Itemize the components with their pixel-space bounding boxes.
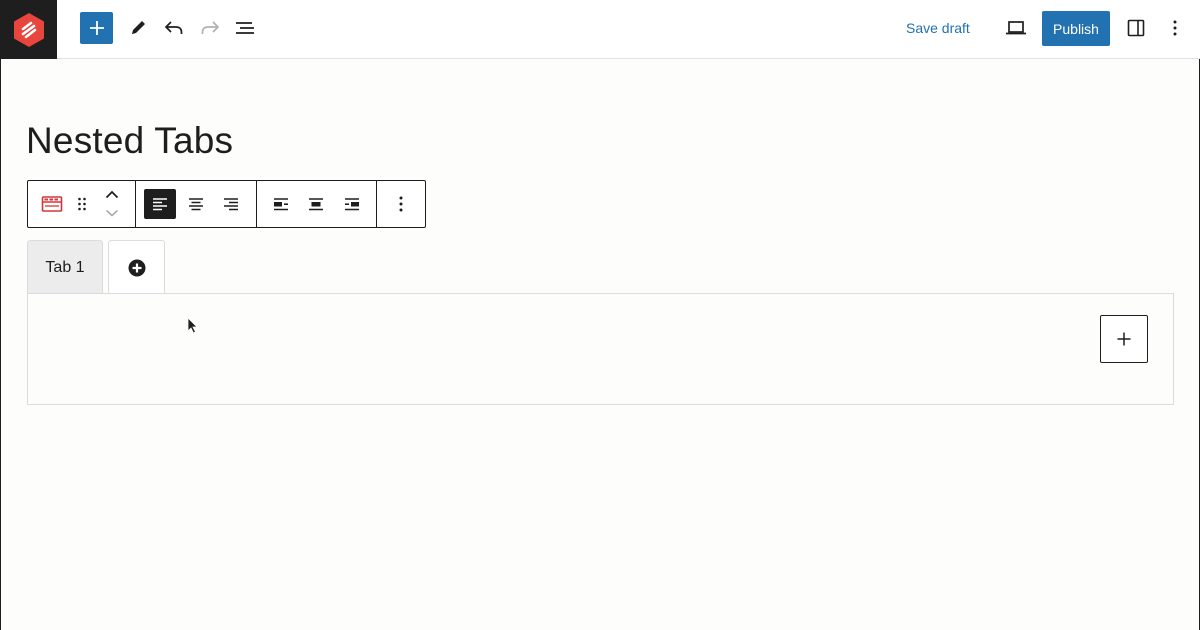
tab-panel	[27, 293, 1174, 405]
pencil-icon[interactable]	[126, 14, 150, 42]
mouse-cursor-icon	[187, 317, 198, 339]
undo-icon[interactable]	[162, 14, 186, 42]
tab-1[interactable]: Tab 1	[27, 240, 103, 294]
tab-label: Tab 1	[45, 258, 85, 276]
toolbar-separator	[376, 181, 377, 227]
post-title[interactable]: Nested Tabs	[26, 120, 233, 162]
justify-left-icon[interactable]	[265, 189, 297, 219]
align-left-icon[interactable]	[144, 189, 176, 219]
block-options-icon[interactable]	[385, 189, 417, 219]
justify-center-icon[interactable]	[300, 189, 332, 219]
plugin-logo-icon[interactable]	[0, 0, 57, 59]
justify-right-icon[interactable]	[336, 189, 368, 219]
tabs-block-icon[interactable]	[36, 189, 68, 219]
sidebar-toggle-icon[interactable]	[1124, 14, 1148, 42]
more-vertical-icon[interactable]	[1164, 14, 1186, 42]
add-tab-button[interactable]	[108, 240, 165, 294]
plus-icon	[1117, 332, 1131, 346]
align-right-icon[interactable]	[215, 189, 247, 219]
plus-circle-icon	[128, 259, 145, 276]
block-inserter-button[interactable]	[1100, 315, 1148, 363]
publish-button[interactable]: Publish	[1042, 11, 1110, 46]
redo-icon[interactable]	[198, 14, 222, 42]
add-block-button[interactable]	[80, 12, 113, 44]
drag-handle-icon[interactable]	[70, 189, 94, 219]
align-center-icon[interactable]	[180, 189, 212, 219]
move-up-icon[interactable]	[100, 185, 124, 203]
block-toolbar	[27, 180, 426, 228]
editor-header: Save draft Publish	[0, 0, 1200, 59]
save-draft-button[interactable]: Save draft	[906, 15, 970, 41]
toolbar-separator	[135, 181, 136, 227]
move-down-icon[interactable]	[100, 205, 124, 221]
laptop-icon[interactable]	[1003, 14, 1029, 42]
plus-icon	[89, 21, 104, 35]
list-view-icon[interactable]	[233, 14, 257, 42]
toolbar-separator	[256, 181, 257, 227]
